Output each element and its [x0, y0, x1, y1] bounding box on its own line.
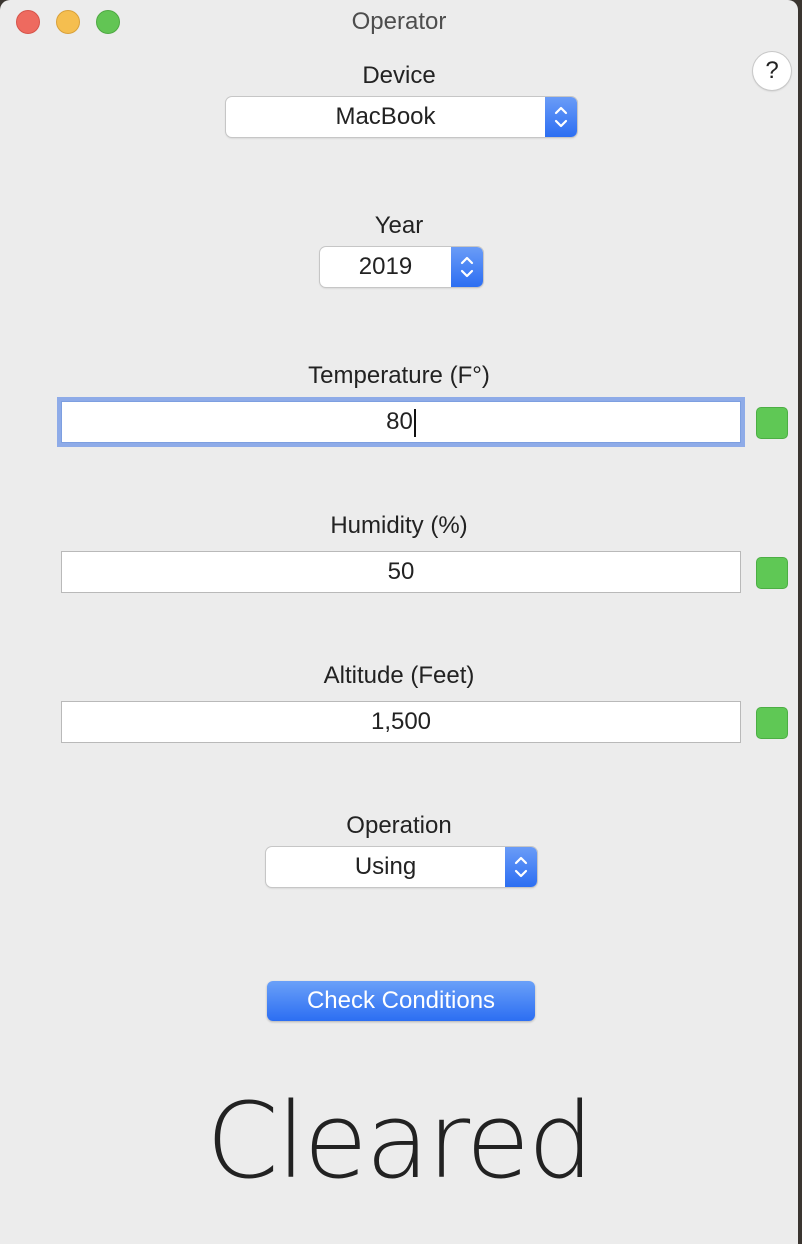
year-value: 2019 [358, 253, 413, 280]
result-status-text: Cleared [0, 1080, 798, 1202]
chevron-up-down-icon [451, 247, 483, 287]
humidity-field[interactable]: 50 [61, 551, 741, 593]
device-value: MacBook [335, 103, 436, 130]
title-bar: Operator [0, 0, 798, 44]
altitude-status-indicator [756, 707, 788, 739]
operation-popup[interactable]: Using [266, 847, 537, 887]
device-popup[interactable]: MacBook [226, 97, 577, 137]
temperature-field[interactable]: 80 [61, 401, 741, 443]
result-text: Cleared [206, 1080, 594, 1202]
window-title: Operator [351, 8, 447, 35]
altitude-value: 1,500 [370, 708, 432, 735]
operation-label: Operation [346, 812, 452, 839]
device-label: Device [362, 62, 436, 89]
chevron-up-down-icon [545, 97, 577, 137]
operation-value: Using [354, 853, 417, 880]
chevron-up-down-icon [505, 847, 537, 887]
humidity-value: 50 [387, 558, 415, 585]
check-conditions-button[interactable]: Check Conditions [267, 981, 535, 1021]
altitude-field[interactable]: 1,500 [61, 701, 741, 743]
humidity-status-indicator [756, 557, 788, 589]
temperature-label: Temperature (F°) [308, 362, 490, 389]
app-window: Operator ? Device MacBook Year 2019 Temp… [0, 0, 798, 1244]
humidity-label: Humidity (%) [330, 512, 468, 539]
year-popup[interactable]: 2019 [320, 247, 483, 287]
year-label: Year [374, 212, 424, 239]
temperature-value: 80 [386, 408, 413, 435]
altitude-label: Altitude (Feet) [323, 662, 475, 689]
temperature-status-indicator [756, 407, 788, 439]
text-caret [413, 408, 416, 437]
